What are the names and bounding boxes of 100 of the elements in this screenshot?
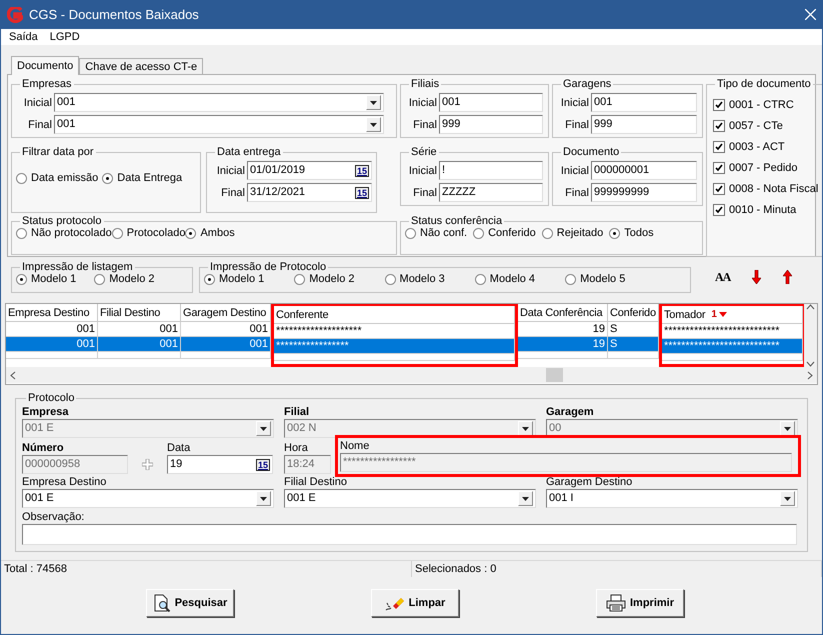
checkbox-option[interactable]: 0008 - Nota Fiscal: [713, 183, 822, 195]
scroll-up-icon[interactable]: [806, 304, 816, 310]
search-button[interactable]: Pesquisar: [146, 589, 234, 617]
dropdown-button[interactable]: [366, 117, 381, 132]
calendar-button[interactable]: 15: [256, 458, 270, 470]
input-field[interactable]: 31/12/2021 15: [247, 183, 372, 202]
radio-button[interactable]: [405, 228, 416, 238]
radio-button[interactable]: [185, 228, 196, 238]
table-cell[interactable]: *****************: [274, 339, 515, 354]
table-cell[interactable]: 001: [98, 337, 181, 352]
column-header[interactable]: Conferido: [608, 304, 659, 322]
input-field[interactable]: 000000001: [591, 161, 697, 180]
text-area[interactable]: [22, 524, 797, 545]
input-field[interactable]: !: [439, 161, 543, 180]
checkbox[interactable]: [713, 120, 725, 132]
combo-box[interactable]: 001: [54, 115, 384, 134]
radio-button[interactable]: [294, 274, 306, 284]
input-field[interactable]: 001: [439, 93, 543, 112]
input-field[interactable]: 19 15: [167, 455, 273, 474]
combo-box[interactable]: 001: [54, 93, 384, 112]
input-field[interactable]: 999999999: [591, 183, 697, 202]
radio-button[interactable]: [542, 228, 553, 238]
table-cell[interactable]: [98, 352, 181, 359]
tab[interactable]: Documento: [11, 56, 80, 75]
radio-option[interactable]: Modelo 2: [294, 273, 355, 285]
combo-box[interactable]: 001 I: [546, 489, 798, 508]
checkbox-option[interactable]: 0001 - CTRC: [713, 99, 822, 111]
checkbox-option[interactable]: 0003 - ACT: [713, 141, 822, 153]
table-cell[interactable]: [181, 352, 271, 359]
scrollbar[interactable]: [6, 367, 817, 383]
radio-button[interactable]: [16, 172, 27, 184]
radio-option[interactable]: Conferido: [473, 227, 536, 239]
tab[interactable]: Chave de acesso CT-e: [79, 58, 204, 74]
radio-option[interactable]: Modelo 1: [16, 273, 76, 285]
font-button[interactable]: AA: [715, 270, 730, 284]
table-cell[interactable]: [274, 354, 515, 361]
arrow-up-icon[interactable]: [783, 270, 792, 284]
clear-button[interactable]: Limpar: [371, 589, 459, 617]
table-cell[interactable]: S: [608, 337, 659, 352]
radio-option[interactable]: Ambos: [185, 227, 235, 239]
input-field[interactable]: 001: [591, 93, 697, 112]
scroll-down-icon[interactable]: [806, 361, 816, 367]
radio-button[interactable]: [94, 274, 106, 284]
scrollbar[interactable]: [804, 304, 817, 367]
radio-button[interactable]: [384, 274, 396, 284]
radio-button[interactable]: [473, 228, 484, 238]
radio-option[interactable]: Data Entrega: [102, 172, 182, 184]
column-header[interactable]: Garagem Destino: [181, 304, 271, 322]
input-field[interactable]: 999: [591, 115, 697, 134]
calendar-button[interactable]: 15: [354, 186, 369, 198]
column-header[interactable]: Data Conferência: [518, 304, 608, 322]
scroll-thumb[interactable]: [546, 368, 563, 382]
table-cell[interactable]: 001: [181, 337, 271, 352]
radio-option[interactable]: Protocolado: [112, 227, 186, 239]
radio-button[interactable]: [102, 172, 114, 184]
table-cell[interactable]: [6, 352, 98, 359]
radio-button[interactable]: [474, 274, 486, 284]
radio-button[interactable]: [565, 274, 576, 284]
radio-button[interactable]: [16, 274, 27, 284]
table-cell[interactable]: [662, 354, 803, 361]
radio-option[interactable]: Modelo 5: [565, 273, 626, 285]
checkbox[interactable]: [713, 99, 725, 111]
radio-option[interactable]: Rejeitado: [542, 227, 604, 239]
radio-button[interactable]: [16, 228, 27, 238]
checkbox-option[interactable]: 0010 - Minuta: [713, 204, 822, 216]
radio-button[interactable]: [112, 228, 123, 238]
dropdown-button[interactable]: [518, 491, 533, 506]
combo-box[interactable]: 001 E: [22, 489, 274, 508]
arrow-down-icon[interactable]: [752, 270, 762, 284]
radio-option[interactable]: Modelo 3: [384, 273, 445, 285]
checkbox-option[interactable]: 0057 - CTe: [713, 120, 822, 132]
dropdown-button[interactable]: [780, 491, 795, 506]
calendar-button[interactable]: 15: [354, 164, 369, 176]
close-icon[interactable]: [805, 9, 816, 20]
checkbox[interactable]: [713, 162, 725, 174]
checkbox[interactable]: [713, 141, 725, 153]
input-field[interactable]: 01/01/2019 15: [247, 161, 372, 180]
input-field[interactable]: ZZZZZ: [439, 183, 543, 202]
checkbox[interactable]: [713, 183, 725, 195]
radio-option[interactable]: Todos: [609, 227, 654, 239]
radio-option[interactable]: Não protocolado: [16, 227, 112, 239]
column-header[interactable]: Conferente: [274, 306, 515, 324]
column-header[interactable]: Tomador 1: [662, 306, 803, 324]
table-cell[interactable]: [608, 352, 659, 359]
radio-option[interactable]: Data emissão: [16, 172, 98, 184]
column-header[interactable]: Empresa Destino: [6, 304, 98, 322]
table-cell[interactable]: 19: [518, 337, 608, 352]
dropdown-button[interactable]: [256, 491, 271, 506]
scroll-left-icon[interactable]: [10, 370, 16, 380]
radio-option[interactable]: Não conf.: [405, 227, 468, 239]
radio-option[interactable]: Modelo 1: [204, 273, 264, 285]
print-button[interactable]: Imprimir: [596, 589, 684, 617]
menu-item[interactable]: LGPD: [44, 31, 86, 43]
dropdown-button[interactable]: [366, 95, 381, 110]
radio-button[interactable]: [204, 274, 215, 284]
column-header[interactable]: Filial Destino: [98, 304, 181, 322]
combo-box[interactable]: 001 E: [284, 489, 536, 508]
table-cell[interactable]: [518, 352, 608, 359]
menu-item[interactable]: Saída: [3, 31, 44, 43]
radio-option[interactable]: Modelo 4: [474, 273, 536, 285]
